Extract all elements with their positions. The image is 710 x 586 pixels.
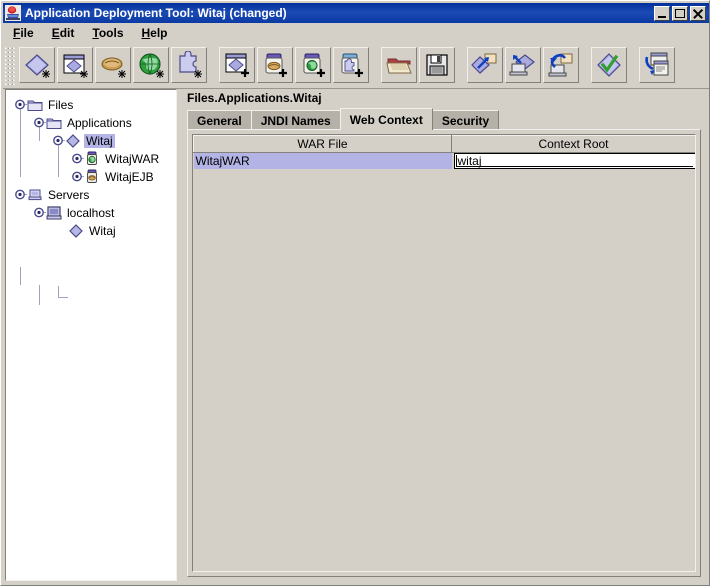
add-application-client-button[interactable]	[219, 47, 255, 83]
tab-bar: General JNDI Names Web Context Security	[187, 108, 500, 130]
diamond-icon	[68, 223, 84, 239]
tree-expand-handle[interactable]	[71, 170, 84, 183]
window-bottom-strip	[5, 581, 707, 583]
tree-item-label: WitajWAR	[105, 151, 160, 166]
tree-line	[58, 286, 59, 298]
new-ejb-jar-button[interactable]	[95, 47, 131, 83]
tree-item-label: Servers	[48, 187, 90, 202]
detail-panel: Files.Applications.Witaj General JNDI Na…	[183, 89, 707, 581]
tree-item-servers[interactable]: Servers	[14, 186, 91, 203]
toolbar	[3, 42, 709, 89]
tree-line	[39, 285, 40, 305]
add-war-button[interactable]	[295, 47, 331, 83]
tab-security[interactable]: Security	[431, 110, 500, 130]
menu-help[interactable]: Help	[134, 25, 176, 41]
tree-item-label: WitajEJB	[105, 169, 154, 184]
add-connector-button[interactable]	[333, 47, 369, 83]
table-header-row: WAR File Context Root	[193, 135, 695, 153]
tree-item-localhost[interactable]: localhost	[33, 204, 116, 221]
minimize-button[interactable]	[654, 5, 670, 21]
add-ejb-jar-button[interactable]	[257, 47, 293, 83]
tree-expand-handle[interactable]	[33, 116, 46, 129]
tree-item-witajwar[interactable]: WitajWAR	[71, 150, 161, 167]
toolbar-group-export	[638, 47, 676, 83]
jar-bean-icon	[84, 169, 100, 185]
tree-line	[20, 267, 21, 285]
deploy-to-client-button[interactable]	[505, 47, 541, 83]
tree-expand-handle[interactable]	[33, 206, 46, 219]
cell-war-file[interactable]: WitajWAR	[193, 152, 452, 169]
menu-tools[interactable]: Tools	[84, 25, 131, 41]
deploy-button[interactable]	[467, 47, 503, 83]
tree-item-label: Witaj	[84, 133, 115, 148]
tree-line	[58, 297, 68, 298]
menu-bar: File Edit Tools Help	[3, 23, 709, 43]
toolbar-group-file	[380, 47, 456, 83]
column-header-context-root[interactable]: Context Root	[451, 135, 695, 153]
deployment-tree: Files Applications Witaj WitajWAR WitajE…	[6, 90, 176, 305]
column-header-war-file[interactable]: WAR File	[193, 135, 452, 153]
open-button[interactable]	[381, 47, 417, 83]
window-title: Application Deployment Tool: Witaj (chan…	[25, 6, 287, 20]
maximize-button[interactable]	[672, 5, 688, 21]
title-bar-buttons	[654, 5, 706, 21]
save-button[interactable]	[419, 47, 455, 83]
tree-line	[20, 105, 21, 177]
tree-expand-handle[interactable]	[52, 134, 65, 147]
application-window: Application Deployment Tool: Witaj (chan…	[0, 0, 710, 586]
web-context-table[interactable]: WAR File Context Root WitajWAR witaj	[192, 134, 696, 572]
new-application-button[interactable]	[19, 47, 55, 83]
tree-item-label: Witaj	[89, 223, 116, 238]
tree-expand-handle[interactable]	[71, 152, 84, 165]
server-small-icon	[27, 187, 43, 203]
menu-file[interactable]: File	[5, 25, 42, 41]
new-web-war-button[interactable]	[133, 47, 169, 83]
tree-item-label: Files	[48, 97, 74, 112]
menu-edit[interactable]: Edit	[44, 25, 83, 41]
toolbar-group-verify	[590, 47, 628, 83]
export-button[interactable]	[639, 47, 675, 83]
context-root-input[interactable]: witaj	[453, 153, 695, 169]
new-application-client-button[interactable]	[57, 47, 93, 83]
field-underline	[456, 166, 693, 167]
tree-item-label: localhost	[67, 205, 115, 220]
tree-item-label: Applications	[67, 115, 132, 130]
server-icon	[46, 205, 62, 221]
tree-item-witaj-deployed[interactable]: Witaj	[68, 222, 118, 239]
tree-item-files[interactable]: Files	[14, 96, 75, 113]
diamond-icon	[65, 133, 81, 149]
toolbar-group-add	[218, 47, 370, 83]
toolbar-group-deploy	[466, 47, 580, 83]
tree-expand-handle[interactable]	[14, 98, 27, 111]
split-pane: Files Applications Witaj WitajWAR WitajE…	[5, 89, 707, 581]
close-button[interactable]	[690, 5, 706, 21]
tab-general[interactable]: General	[187, 110, 252, 130]
tree-item-applications[interactable]: Applications	[33, 114, 134, 131]
title-bar: Application Deployment Tool: Witaj (chan…	[3, 3, 709, 23]
tab-jndi-names[interactable]: JNDI Names	[250, 110, 341, 130]
undeploy-button[interactable]	[543, 47, 579, 83]
verify-button[interactable]	[591, 47, 627, 83]
folder-icon	[27, 97, 43, 113]
jar-globe-icon	[84, 151, 100, 167]
tab-web-context[interactable]: Web Context	[339, 108, 433, 130]
tree-item-witaj-app[interactable]: Witaj	[52, 132, 115, 149]
folder-icon	[46, 115, 62, 131]
cell-context-root[interactable]: witaj	[451, 152, 695, 169]
web-context-panel: WAR File Context Root WitajWAR witaj	[187, 129, 701, 577]
new-connector-button[interactable]	[171, 47, 207, 83]
toolbar-drag-handle[interactable]	[5, 45, 15, 85]
tree-panel[interactable]: Files Applications Witaj WitajWAR WitajE…	[5, 89, 177, 581]
toolbar-group-new	[18, 47, 208, 83]
tree-item-witajejb[interactable]: WitajEJB	[71, 168, 156, 185]
tree-expand-handle[interactable]	[14, 188, 27, 201]
table-row[interactable]: WitajWAR witaj	[193, 152, 695, 169]
breadcrumb: Files.Applications.Witaj	[187, 91, 322, 105]
app-duke-icon	[5, 5, 21, 21]
